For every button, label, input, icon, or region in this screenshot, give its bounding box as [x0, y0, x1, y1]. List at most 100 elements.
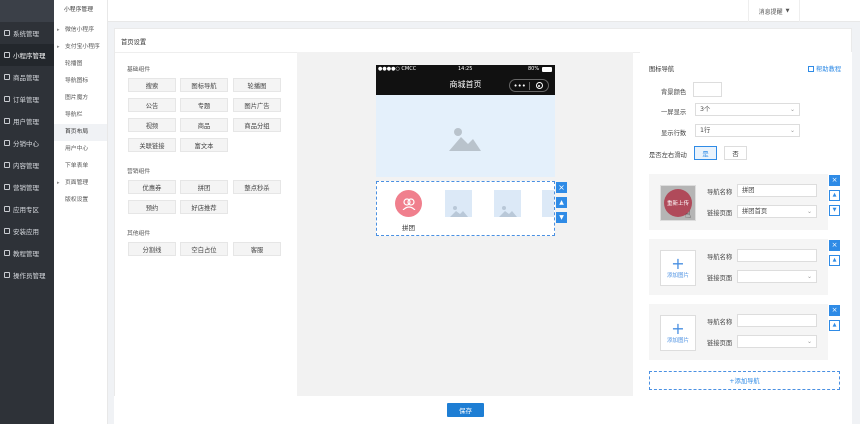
move-down-button[interactable]: ▼: [829, 205, 840, 216]
component-button[interactable]: 优惠券: [128, 180, 176, 194]
move-up-button[interactable]: ▲: [556, 197, 567, 208]
component-button[interactable]: 好店推荐: [180, 200, 228, 214]
install-icon: [4, 228, 10, 234]
component-button[interactable]: 图片广告: [233, 98, 281, 112]
nav-name-label: 导航名称: [707, 189, 733, 196]
nav-name-input[interactable]: 拼团: [737, 184, 817, 197]
component-button[interactable]: 预约: [128, 200, 176, 214]
close-mp-icon: [530, 82, 548, 89]
save-button[interactable]: 保存: [447, 403, 484, 417]
component-button[interactable]: 轮播图: [233, 78, 281, 92]
nav-item[interactable]: 应用专区: [0, 198, 54, 220]
more-icon: •••: [513, 81, 526, 90]
nav-item-label: 操作员管理: [13, 272, 46, 280]
move-down-button[interactable]: ▼: [556, 212, 567, 223]
link-page-label: 链接页面: [707, 210, 733, 217]
nav-item[interactable]: 分销中心: [0, 132, 54, 154]
banner-placeholder[interactable]: [376, 95, 555, 177]
add-image-button[interactable]: + 添加图片: [660, 315, 696, 351]
caret-down-icon: ▼: [785, 8, 790, 14]
nav-image[interactable]: 重新上传 ☝: [660, 185, 696, 221]
component-button[interactable]: 公告: [128, 98, 176, 112]
sub-nav-item[interactable]: 导航图标: [54, 73, 107, 90]
component-button[interactable]: 整点秒杀: [233, 180, 281, 194]
nav-item[interactable]: 操作员管理: [0, 264, 54, 286]
nav-item[interactable]: 内容管理: [0, 154, 54, 176]
nav-item[interactable]: 用户管理: [0, 110, 54, 132]
add-image-button[interactable]: + 添加图片: [660, 250, 696, 286]
rows-label: 显示行数: [661, 130, 687, 137]
add-image-label: 添加图片: [666, 273, 689, 279]
nav-item-label: 应用专区: [13, 206, 39, 214]
icon-nav-preview[interactable]: 拼团: [376, 181, 555, 236]
scroll-no-button[interactable]: 否: [724, 146, 747, 160]
sub-nav-item[interactable]: 页面管理: [54, 175, 107, 192]
component-button[interactable]: 商品: [180, 118, 228, 132]
component-button[interactable]: 图标导航: [180, 78, 228, 92]
per-screen-value: 3个: [700, 106, 711, 113]
per-screen-select[interactable]: 3个 ⌄: [695, 103, 800, 116]
delete-component-button[interactable]: ×: [556, 182, 567, 193]
nav-item[interactable]: 营销管理: [0, 176, 54, 198]
nav-item-label: 分销中心: [13, 140, 39, 148]
component-button[interactable]: 富文本: [180, 138, 228, 152]
component-button[interactable]: 客服: [233, 242, 281, 256]
nav-name-input[interactable]: [737, 314, 817, 327]
sub-nav-item[interactable]: 微信小程序: [54, 22, 107, 39]
move-up-button[interactable]: ▲: [829, 255, 840, 266]
mini-program-capsule: •••: [509, 79, 549, 92]
sub-nav-item[interactable]: 支付宝小程序: [54, 39, 107, 56]
image-placeholder-icon: [449, 128, 481, 151]
link-page-select[interactable]: ⌄: [737, 270, 817, 283]
other-components-title: 其他组件: [127, 231, 151, 237]
nav-item[interactable]: 教程管理: [0, 242, 54, 264]
component-button[interactable]: 专题: [180, 98, 228, 112]
nav-item-label: 内容管理: [13, 162, 39, 170]
add-nav-button[interactable]: +添加导航: [649, 371, 840, 390]
scroll-yes-button[interactable]: 是: [694, 146, 717, 160]
component-button[interactable]: 空白占位: [180, 242, 228, 256]
help-icon: [808, 66, 814, 72]
battery-icon: [542, 67, 552, 72]
chevron-down-icon: ⌄: [806, 338, 812, 345]
sub-nav-item[interactable]: 版权设置: [54, 192, 107, 209]
sub-nav-item[interactable]: 下单表单: [54, 158, 107, 175]
hand-cursor-icon: ☝: [685, 210, 692, 221]
delete-card-button[interactable]: ×: [829, 175, 840, 186]
component-button[interactable]: 视频: [128, 118, 176, 132]
sub-nav-item[interactable]: 导航栏: [54, 107, 107, 124]
rows-select[interactable]: 1行 ⌄: [695, 124, 800, 137]
bg-color-picker[interactable]: [693, 82, 722, 97]
image-placeholder-icon: [542, 190, 554, 217]
component-button[interactable]: 关联链接: [128, 138, 176, 152]
sub-nav-item[interactable]: 图片魔方: [54, 90, 107, 107]
nav-item[interactable]: 小程序管理: [0, 44, 54, 66]
sub-nav-item[interactable]: 用户中心: [54, 141, 107, 158]
sub-nav-item[interactable]: 轮播图: [54, 56, 107, 73]
link-page-label: 链接页面: [707, 275, 733, 282]
sub-nav-item[interactable]: 首页布局: [54, 124, 107, 141]
link-page-select[interactable]: 拼团首页 ⌄: [737, 205, 817, 218]
basic-components-title: 基础组件: [127, 67, 151, 73]
nav-name-input[interactable]: [737, 249, 817, 262]
delete-card-button[interactable]: ×: [829, 240, 840, 251]
nav-config-card: 重新上传 ☝ 导航名称 拼团链接页面 拼团首页 ⌄: [649, 174, 828, 230]
component-button[interactable]: 搜索: [128, 78, 176, 92]
nav-item-label: 小程序管理: [13, 52, 46, 60]
move-up-button[interactable]: ▲: [829, 190, 840, 201]
component-button[interactable]: 商品分组: [233, 118, 281, 132]
message-reminder-button[interactable]: 消息提醒 ▼: [748, 0, 800, 22]
add-image-label: 添加图片: [666, 338, 689, 344]
delete-card-button[interactable]: ×: [829, 305, 840, 316]
link-page-select[interactable]: ⌄: [737, 335, 817, 348]
nav-item[interactable]: 安装应用: [0, 220, 54, 242]
component-button[interactable]: 拼团: [180, 180, 228, 194]
nav-item[interactable]: 商品管理: [0, 66, 54, 88]
top-bar: 消息提醒 ▼: [108, 0, 860, 22]
component-button[interactable]: 分割线: [128, 242, 176, 256]
help-link[interactable]: 帮助教程: [808, 64, 841, 73]
chevron-down-icon: ⌄: [806, 273, 812, 280]
nav-item[interactable]: 系统管理: [0, 22, 54, 44]
move-up-button[interactable]: ▲: [829, 320, 840, 331]
nav-item[interactable]: 订单管理: [0, 88, 54, 110]
